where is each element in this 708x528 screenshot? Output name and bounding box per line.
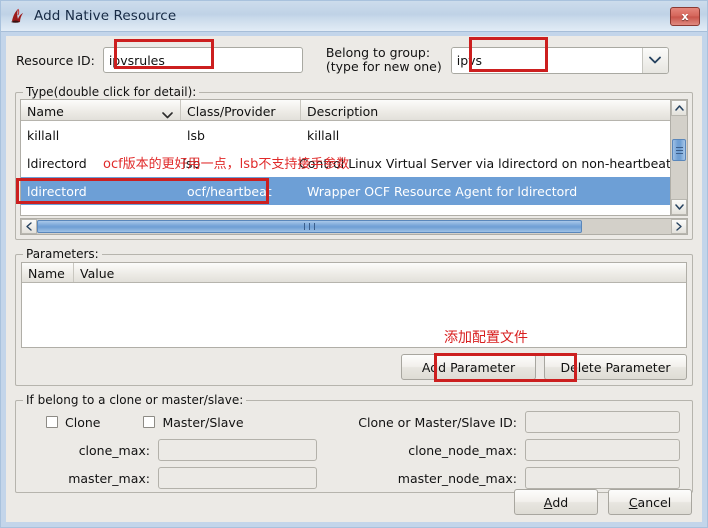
- clone-max-label: clone_max:: [78, 442, 150, 458]
- cell-description: Control Linux Virtual Server via ldirect…: [299, 155, 670, 171]
- heartbeat-logo-icon: [9, 7, 27, 25]
- add-button-mnemonic: A: [543, 494, 553, 510]
- parameters-table-header: Name Value: [22, 263, 686, 283]
- type-table: Name Class/Provider Description killall …: [20, 99, 671, 216]
- master-node-max-input[interactable]: [525, 467, 680, 489]
- table-row[interactable]: ldirectord lsb Control Linux Virtual Ser…: [21, 149, 670, 177]
- identity-row: Resource ID: ipvsrules Belong to group: …: [6, 36, 702, 80]
- dialog-button-row: Add Cancel: [514, 489, 692, 515]
- clone-checkbox[interactable]: [46, 416, 58, 428]
- clone-groupbox: If belong to a clone or master/slave: Cl…: [15, 393, 693, 493]
- master-slave-checkbox[interactable]: [143, 416, 156, 428]
- table-row[interactable]: killall lsb killall: [21, 121, 670, 149]
- table-row-selected[interactable]: ldirectord ocf/heartbeat Wrapper OCF Res…: [21, 177, 670, 205]
- dialog-client-area: Resource ID: ipvsrules Belong to group: …: [6, 36, 702, 522]
- cell-name: ldirectord: [27, 183, 87, 199]
- cancel-button-mnemonic: C: [628, 494, 638, 510]
- param-column-header-name[interactable]: Name: [22, 263, 74, 282]
- scroll-grip-icon: [302, 223, 317, 230]
- master-slave-checkbox-label: Master/Slave: [162, 414, 244, 430]
- column-header-description-label: Description: [307, 103, 379, 119]
- table-row-partial[interactable]: [21, 205, 670, 211]
- parameters-annotation-text: 添加配置文件: [444, 330, 528, 346]
- belong-to-group-label: Belong to group: (type for new one): [326, 46, 442, 74]
- delete-parameter-button[interactable]: Delete Parameter: [544, 354, 687, 380]
- master-node-max-label: master_node_max:: [397, 470, 517, 486]
- parameters-table: Name Value 添加配置文件: [21, 262, 687, 348]
- master-max-label: master_max:: [68, 470, 150, 486]
- type-table-body: killall lsb killall ldirectord lsb Contr…: [21, 121, 670, 215]
- clone-node-max-input[interactable]: [525, 439, 680, 461]
- cancel-button-label: ancel: [637, 494, 672, 510]
- parameters-table-body[interactable]: 添加配置文件: [22, 283, 686, 347]
- clone-checkbox-label: Clone: [65, 414, 101, 430]
- param-column-header-name-label: Name: [28, 266, 65, 281]
- dialog-window: Add Native Resource x Resource ID: ipvsr…: [0, 0, 708, 528]
- group-label-line1: Belong to group:: [325, 45, 431, 60]
- chevron-down-icon: [162, 107, 173, 120]
- cell-description: killall: [307, 127, 340, 143]
- column-header-class-provider-label: Class/Provider: [187, 103, 276, 119]
- type-table-horizontal-scrollbar[interactable]: [20, 218, 688, 235]
- column-header-name[interactable]: Name: [21, 100, 181, 120]
- title-bar: Add Native Resource x: [1, 1, 707, 32]
- parameters-button-row: Add Parameter Delete Parameter: [21, 354, 687, 380]
- scroll-up-icon[interactable]: [671, 100, 687, 116]
- clone-max-row: clone_max: clone_node_max:: [28, 437, 680, 463]
- param-column-header-value-label: Value: [80, 266, 115, 281]
- cell-name: killall: [27, 127, 60, 143]
- group-label-line2: (type for new one): [325, 59, 442, 74]
- scroll-right-icon[interactable]: [671, 219, 687, 234]
- scroll-grip-icon: [675, 145, 683, 156]
- group-combobox[interactable]: ipvs: [450, 46, 669, 74]
- master-max-input[interactable]: [158, 467, 317, 489]
- vertical-scroll-track[interactable]: [671, 116, 687, 199]
- cell-class: lsb: [182, 155, 201, 171]
- scroll-down-icon[interactable]: [671, 199, 687, 215]
- cell-description: Wrapper OCF Resource Agent for ldirector…: [307, 183, 578, 199]
- resource-id-label: Resource ID:: [16, 52, 95, 68]
- resource-id-input[interactable]: ipvsrules: [102, 47, 303, 73]
- chevron-down-icon[interactable]: [641, 47, 668, 73]
- cancel-button[interactable]: Cancel: [608, 489, 692, 515]
- close-icon[interactable]: x: [670, 6, 700, 26]
- horizontal-scroll-track[interactable]: [37, 219, 671, 234]
- parameters-groupbox: Parameters: Name Value 添加配置文件 Add Parame…: [15, 247, 693, 386]
- clone-id-input[interactable]: [525, 411, 680, 433]
- group-input[interactable]: ipvs: [451, 47, 642, 73]
- type-table-vertical-scrollbar[interactable]: [671, 99, 688, 216]
- clone-node-max-label: clone_node_max:: [408, 442, 517, 458]
- type-groupbox: Type(double click for detail): Name Clas…: [15, 85, 693, 240]
- type-groupbox-title: Type(double click for detail):: [23, 85, 200, 99]
- column-header-class-provider[interactable]: Class/Provider: [181, 100, 301, 120]
- clone-id-label: Clone or Master/Slave ID:: [358, 414, 517, 430]
- clone-max-input[interactable]: [158, 439, 317, 461]
- param-column-header-value[interactable]: Value: [74, 263, 686, 282]
- type-table-header: Name Class/Provider Description: [21, 100, 670, 121]
- window-title: Add Native Resource: [34, 8, 177, 24]
- horizontal-scroll-thumb[interactable]: [37, 220, 583, 233]
- add-button-label: dd: [552, 494, 569, 510]
- column-header-name-label: Name: [27, 103, 64, 119]
- cell-class: ocf/heartbeat: [187, 183, 272, 199]
- master-max-row: master_max: master_node_max:: [28, 465, 680, 491]
- add-button[interactable]: Add: [514, 489, 598, 515]
- add-parameter-button[interactable]: Add Parameter: [401, 354, 536, 380]
- scroll-left-icon[interactable]: [21, 219, 37, 234]
- vertical-scroll-thumb[interactable]: [672, 139, 686, 161]
- cell-name: ldirectord: [27, 155, 87, 171]
- parameters-groupbox-title: Parameters:: [23, 247, 102, 261]
- cell-class: lsb: [187, 127, 205, 143]
- column-header-description[interactable]: Description: [301, 100, 670, 120]
- clone-checkbox-row: Clone Master/Slave Clone or Master/Slave…: [28, 409, 680, 435]
